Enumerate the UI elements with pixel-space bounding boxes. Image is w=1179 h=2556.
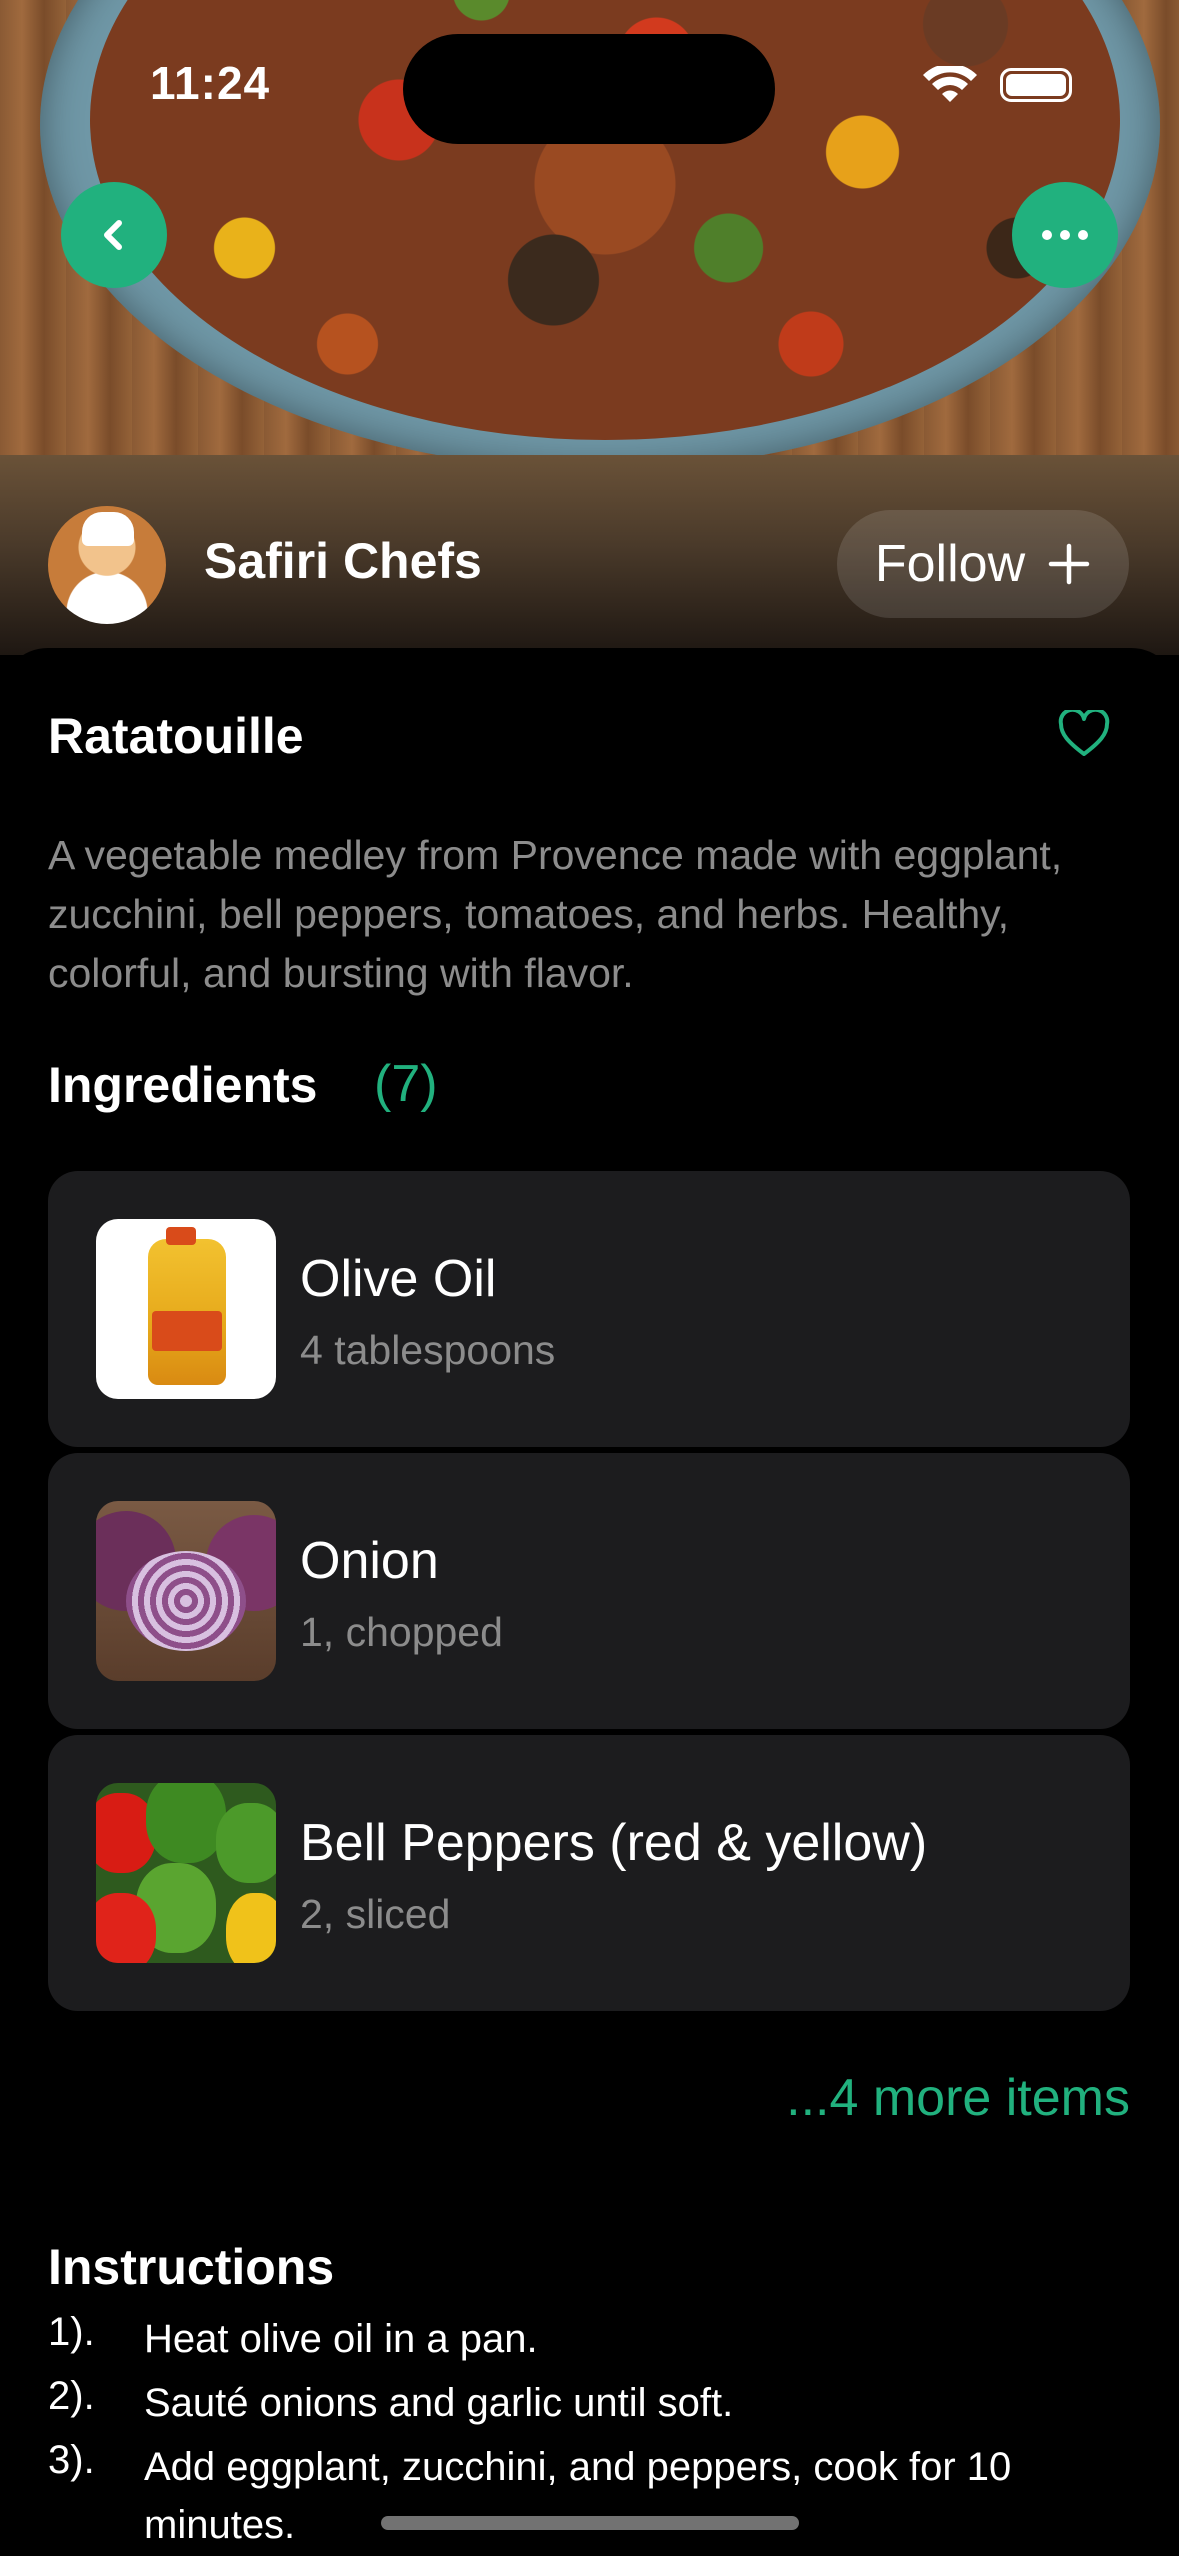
- ellipsis-icon: [1042, 230, 1088, 240]
- recipe-title: Ratatouille: [48, 708, 304, 764]
- onion-image: [96, 1501, 276, 1681]
- wifi-icon: [923, 66, 977, 102]
- more-ingredients-link[interactable]: ...4 more items: [786, 2068, 1130, 2128]
- instructions-heading: Instructions: [48, 2239, 335, 2295]
- battery-icon: [1000, 68, 1072, 102]
- ingredient-quantity: 2, sliced: [300, 1891, 451, 1937]
- step-text: Add eggplant, zucchini, and peppers, coo…: [144, 2445, 1012, 2547]
- bell-peppers-image: [96, 1783, 276, 1963]
- chef-avatar[interactable]: [48, 506, 166, 624]
- step-text: Sauté onions and garlic until soft.: [144, 2381, 734, 2425]
- chevron-left-icon: [104, 220, 122, 250]
- status-time: 11:24: [150, 57, 271, 109]
- recipe-description: A vegetable medley from Provence made wi…: [48, 832, 1063, 996]
- dynamic-island: [403, 34, 775, 144]
- ingredient-card[interactable]: Bell Peppers (red & yellow) 2, sliced: [48, 1735, 1130, 2011]
- ingredient-name: Onion: [300, 1532, 439, 1590]
- more-options-button[interactable]: [1012, 182, 1118, 288]
- chef-name[interactable]: Safiri Chefs: [204, 532, 482, 590]
- ingredient-name: Olive Oil: [300, 1250, 497, 1308]
- step-number: 2).: [48, 2374, 95, 2418]
- ingredients-count: (7): [374, 1055, 438, 1113]
- step-number: 1).: [48, 2310, 95, 2354]
- ingredient-name: Bell Peppers (red & yellow): [300, 1814, 928, 1872]
- home-indicator[interactable]: [381, 2516, 799, 2530]
- ingredient-card[interactable]: Onion 1, chopped: [48, 1453, 1130, 1729]
- follow-label: Follow: [874, 535, 1026, 593]
- ingredient-card[interactable]: Olive Oil 4 tablespoons: [48, 1171, 1130, 1447]
- step-number: 3).: [48, 2438, 95, 2482]
- ingredient-quantity: 1, chopped: [300, 1609, 503, 1655]
- favorite-heart-icon[interactable]: [1058, 710, 1110, 758]
- step-text: Heat olive oil in a pan.: [144, 2317, 538, 2361]
- back-button[interactable]: [61, 182, 167, 288]
- ingredient-quantity: 4 tablespoons: [300, 1327, 556, 1373]
- ingredients-heading: Ingredients: [48, 1057, 318, 1113]
- plus-icon: [1048, 543, 1090, 585]
- olive-oil-image: [96, 1219, 276, 1399]
- follow-button[interactable]: Follow: [837, 510, 1129, 618]
